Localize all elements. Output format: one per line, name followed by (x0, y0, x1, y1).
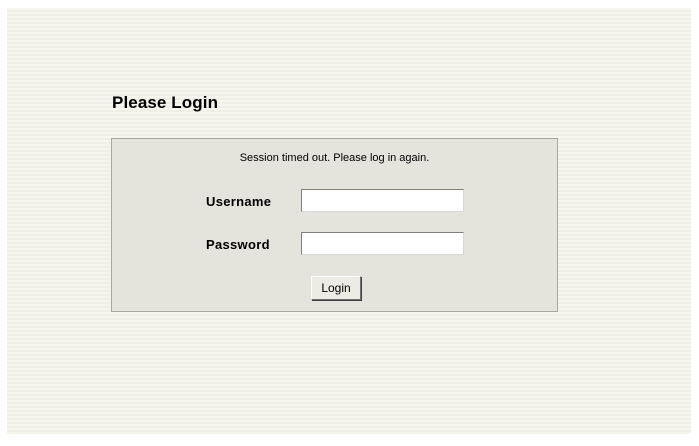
login-button[interactable]: Login (311, 276, 361, 300)
password-input[interactable] (301, 232, 464, 255)
session-timeout-message: Session timed out. Please log in again. (239, 152, 430, 164)
username-input[interactable] (301, 189, 464, 212)
login-panel: Session timed out. Please log in again. … (111, 138, 558, 312)
username-label: Username (206, 194, 272, 209)
page-title: Please Login (112, 93, 219, 112)
password-label: Password (206, 237, 270, 252)
